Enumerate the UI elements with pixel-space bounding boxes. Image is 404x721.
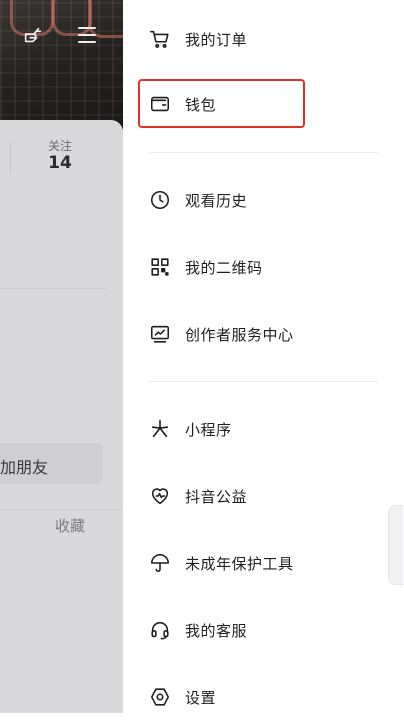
menu-item-customer-service[interactable]: 我的客服 <box>123 606 404 654</box>
menu-item-my-orders[interactable]: 我的订单 <box>123 15 404 63</box>
add-friends-label: 加朋友 <box>0 458 49 477</box>
wallet-icon <box>148 92 172 116</box>
menu-item-label: 观看历史 <box>185 191 248 210</box>
settings-hexagon-icon <box>148 685 172 709</box>
menu-item-label: 我的客服 <box>185 621 248 640</box>
follow-count: 14 <box>48 153 72 173</box>
menu-divider <box>149 152 378 153</box>
menu-item-label: 设置 <box>185 688 217 707</box>
menu-item-creator-center[interactable]: 创作者服务中心 <box>123 310 404 358</box>
profile-banner <box>0 0 123 130</box>
stat-divider <box>10 141 11 173</box>
menu-item-settings[interactable]: 设置 <box>123 673 404 721</box>
menu-item-label: 未成年保护工具 <box>185 554 294 573</box>
headset-icon <box>148 618 172 642</box>
menu-item-wallet[interactable]: 钱包 <box>123 80 404 128</box>
menu-divider <box>149 381 378 382</box>
menu-item-charity[interactable]: 抖音公益 <box>123 472 404 520</box>
menu-item-watch-history[interactable]: 观看历史 <box>123 176 404 224</box>
monitor-chart-icon <box>148 322 172 346</box>
tab-divider <box>0 509 123 510</box>
scroll-handle[interactable] <box>388 505 403 585</box>
menu-item-label: 小程序 <box>185 420 232 439</box>
menu-item-label: 我的订单 <box>185 30 248 49</box>
gesture-hand-icon <box>22 24 42 46</box>
cart-icon <box>148 27 172 51</box>
menu-item-mini-programs[interactable]: 小程序 <box>123 405 404 453</box>
hamburger-menu-icon[interactable] <box>78 27 96 43</box>
menu-item-my-qrcode[interactable]: 我的二维码 <box>123 243 404 291</box>
profile-card <box>0 120 123 713</box>
umbrella-icon <box>148 551 172 575</box>
menu-item-minor-protection[interactable]: 未成年保护工具 <box>123 539 404 587</box>
miniprogram-icon <box>148 417 172 441</box>
menu-item-label: 钱包 <box>185 95 217 114</box>
menu-item-label: 我的二维码 <box>185 258 263 277</box>
section-divider <box>0 288 105 289</box>
profile-background: 关注 14 加朋友 收藏 <box>0 0 123 713</box>
menu-item-label: 抖音公益 <box>185 487 248 506</box>
menu-item-label: 创作者服务中心 <box>185 325 294 344</box>
clock-icon <box>148 188 172 212</box>
heart-pulse-icon <box>148 484 172 508</box>
tab-favorites[interactable]: 收藏 <box>55 515 85 536</box>
qrcode-icon <box>148 255 172 279</box>
side-drawer-menu: 我的订单 钱包 观看历史 我的二维码 创作者服务中心 小程序 抖音公益 未成年保… <box>123 0 404 713</box>
follow-label: 关注 <box>47 139 72 153</box>
